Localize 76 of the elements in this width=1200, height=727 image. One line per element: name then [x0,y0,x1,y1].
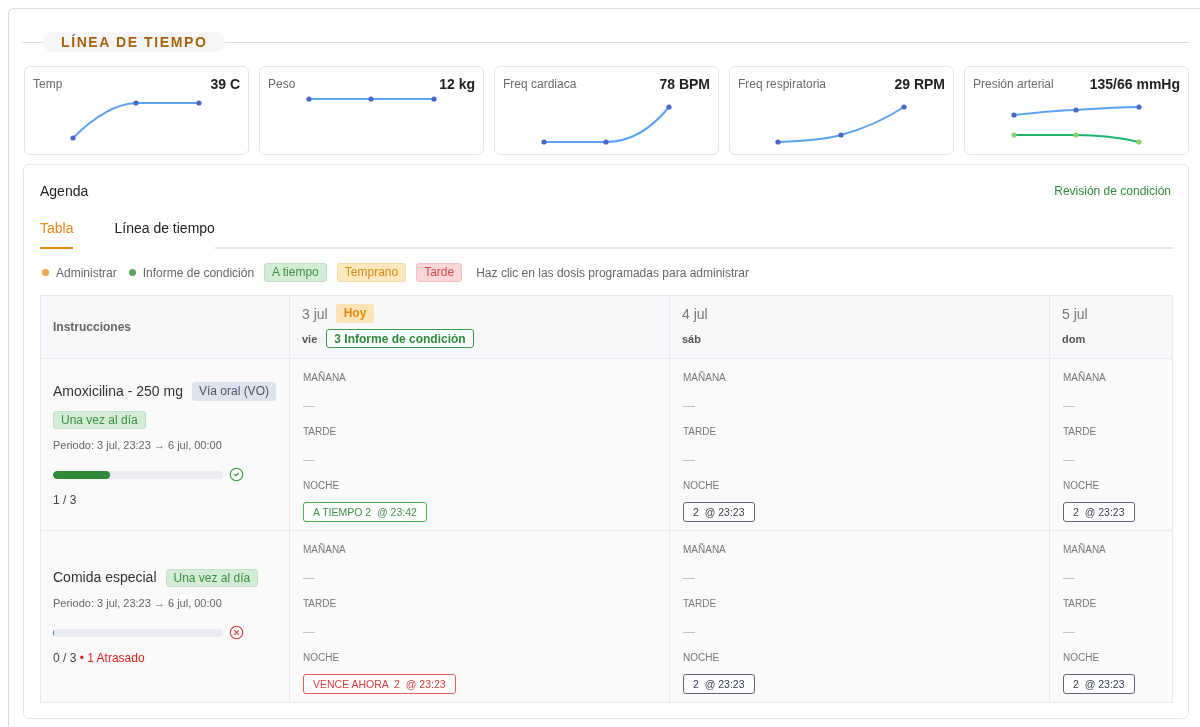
check-circle-icon [229,467,244,482]
agenda-title: Agenda [40,183,89,199]
dose-button[interactable]: 2 @ 23:23 [683,502,755,522]
day-date: 4 jul [682,305,708,322]
legend-label: Informe de condición [142,265,255,280]
cross-circle-icon [229,625,244,640]
slot-label: NOCHE [303,651,340,665]
progress-count: 0 / 3 • 1 Atrasado [53,651,146,665]
slot-label: TARDE [683,597,717,611]
dose-button[interactable]: 2 @ 23:23 [1063,674,1135,694]
empty-slot-text: — [303,571,315,585]
status-legend-badge: Temprano [336,263,407,282]
empty-slot-text: — [683,571,695,585]
vital-label: Presión arterial [973,77,1054,91]
condition-reports-button[interactable]: 3 Informe de condición [326,329,474,348]
vital-value: 78 BPM [659,76,710,92]
slot-label: MAÑANA [303,543,346,557]
frequency-tag: Una vez al día [53,411,146,429]
empty-slot-text: — [303,399,315,413]
route-tag: Vía oral (VO) [191,382,276,401]
slot-label: MAÑANA [1063,543,1106,557]
dose-button[interactable]: A TIEMPO 2 @ 23:42 [303,502,427,522]
slot-label: MAÑANA [303,371,346,385]
section-title: LÍNEA DE TIEMPO [43,32,226,52]
dose-button[interactable]: 2 @ 23:23 [683,674,755,694]
slot-label: MAÑANA [683,543,726,557]
item-name: Amoxicilina - 250 mg [53,382,183,401]
period-text: Periodo: 3 jul, 23:23 → 6 jul, 00:00 [53,438,223,452]
vital-value: 12 kg [439,76,475,92]
legend-hint: Haz clic en las dosis programadas para administrar [476,265,749,280]
empty-slot-text: — [683,625,695,639]
slot-label: NOCHE [683,479,720,493]
slot-label: TARDE [303,425,337,439]
slot-label: NOCHE [683,651,720,665]
empty-slot-text: — [1063,399,1075,413]
day-weekday: vie [302,332,318,345]
day-date: 3 jul [302,305,328,322]
empty-slot-text: — [683,399,695,413]
dose-button[interactable]: VENCE AHORA 2 @ 23:23 [303,674,456,694]
empty-slot-text: — [303,453,315,467]
view-tab[interactable]: Línea de tiempo [114,210,215,249]
day-weekday: sáb [682,332,701,345]
status-legend-badge: A tiempo [264,263,327,282]
empty-slot-text: — [1063,625,1075,639]
day-weekday: dom [1062,332,1086,345]
period-text: Periodo: 3 jul, 23:23 → 6 jul, 00:00 [53,596,223,610]
legend-label: Administrar [56,265,117,280]
status-legend-badge: Tarde [416,263,463,282]
slot-label: NOCHE [303,479,340,493]
vital-label: Freq cardiaca [503,77,577,91]
dose-button[interactable]: 2 @ 23:23 [1063,502,1135,522]
slot-label: MAÑANA [1063,371,1106,385]
today-badge: Hoy [335,304,375,323]
frequency-tag: Una vez al día [165,568,259,587]
vital-label: Freq respiratoria [738,77,827,91]
condition-review-link[interactable]: Revisión de condición [1054,184,1171,198]
vital-value: 29 RPM [894,76,945,92]
vital-value: 39 C [210,76,240,92]
empty-slot-text: — [1063,453,1075,467]
slot-label: NOCHE [1063,651,1100,665]
day-date: 5 jul [1062,305,1088,322]
slot-label: TARDE [683,425,717,439]
slot-label: TARDE [1063,425,1097,439]
vital-label: Peso [268,77,296,91]
empty-slot-text: — [1063,571,1075,585]
vital-label: Temp [33,77,63,91]
slot-label: MAÑANA [683,371,726,385]
slot-label: NOCHE [1063,479,1100,493]
column-header: Instrucciones [41,296,289,358]
progress-count: 1 / 3 [53,493,78,507]
vital-value: 135/66 mmHg [1089,76,1180,92]
item-name: Comida especial [53,568,157,587]
slot-label: TARDE [1063,597,1097,611]
empty-slot-text: — [303,625,315,639]
slot-label: TARDE [303,597,337,611]
empty-slot-text: — [683,453,695,467]
